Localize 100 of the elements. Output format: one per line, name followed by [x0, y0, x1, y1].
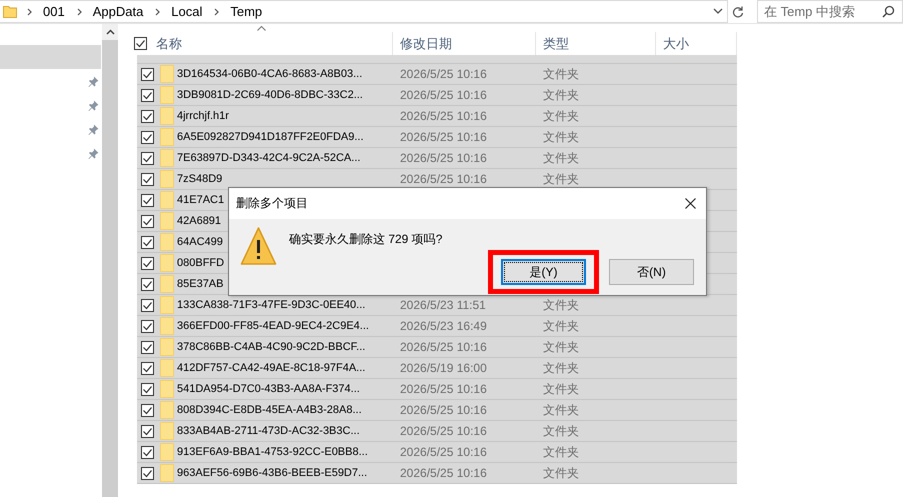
row-checkbox[interactable] — [141, 320, 154, 332]
refresh-icon[interactable] — [732, 6, 744, 18]
folder-icon — [160, 128, 174, 146]
folder-icon — [160, 65, 174, 83]
file-name[interactable]: 412DF757-CA42-49AE-8C18-97F4A... — [177, 362, 366, 374]
row-checkbox[interactable] — [141, 256, 154, 270]
folder-icon — [160, 86, 174, 104]
row-checkbox[interactable] — [141, 424, 154, 438]
scrollbar[interactable] — [102, 24, 118, 497]
row-checkbox[interactable] — [141, 298, 154, 312]
folder-icon — [160, 191, 174, 209]
file-name[interactable]: 7zS48D9 — [177, 173, 222, 185]
file-name[interactable]: 85E37AB — [177, 278, 224, 290]
breadcrumb[interactable]: Local — [171, 4, 202, 19]
folder-icon — [160, 212, 174, 230]
modified-date: 2026/5/25 10:16 — [400, 67, 487, 81]
row-checkbox[interactable] — [141, 88, 154, 102]
breadcrumb[interactable]: Temp — [230, 4, 262, 19]
file-name[interactable]: 3DB9081D-2C69-40D6-8DBC-33C2... — [177, 89, 363, 101]
file-type: 文件夹 — [543, 380, 579, 398]
file-name[interactable]: 963AEF56-69B6-43B6-BEEB-E59D7... — [177, 467, 368, 479]
modified-date: 2026/5/25 10:16 — [400, 424, 487, 438]
modified-date: 2026/5/25 10:16 — [400, 109, 487, 123]
file-name[interactable]: 7E63897D-D343-42C4-9C2A-52CA... — [177, 152, 360, 164]
dialog-button[interactable]: 是(Y) — [501, 259, 586, 285]
column-header[interactable]: 大小 — [663, 34, 689, 52]
row-checkbox[interactable] — [141, 278, 154, 290]
file-type: 文件夹 — [543, 108, 579, 124]
file-name[interactable]: 366EFD00-FF85-4EAD-9EC4-2C9E4... — [177, 320, 369, 332]
modified-date: 2026/5/25 10:16 — [400, 88, 487, 102]
file-type: 文件夹 — [543, 464, 579, 482]
column-header[interactable]: 名称 — [156, 34, 182, 52]
modified-date: 2026/5/25 10:16 — [400, 340, 487, 354]
breadcrumb[interactable]: AppData — [92, 4, 144, 19]
modified-date: 2026/5/25 10:16 — [400, 151, 487, 165]
folder-icon — [160, 443, 174, 461]
search-field[interactable]: 在 Temp 中搜索 — [757, 0, 903, 23]
pin-icon — [88, 76, 99, 87]
file-name[interactable]: 6A5E092827D941D187FF2E0FDA9... — [177, 131, 364, 143]
file-name[interactable]: 42A6891 — [177, 215, 222, 227]
row-checkbox[interactable] — [141, 236, 154, 248]
row-checkbox[interactable] — [141, 214, 154, 228]
warning-icon — [240, 226, 277, 266]
folder-icon — [160, 233, 174, 251]
file-type: 文件夹 — [543, 296, 579, 314]
row-checkbox[interactable] — [141, 362, 154, 374]
modified-date: 2026/5/19 16:00 — [400, 361, 487, 375]
file-type: 文件夹 — [543, 402, 579, 418]
row-checkbox[interactable] — [141, 404, 154, 416]
folder-icon — [160, 275, 174, 293]
row-checkbox[interactable] — [141, 130, 154, 144]
file-name[interactable]: 41E7AC1 — [177, 194, 224, 206]
modified-date: 2026/5/25 10:16 — [400, 403, 487, 417]
folder-icon — [160, 317, 174, 335]
file-name[interactable]: 378C86BB-C4AB-4C90-9C2D-BBCF... — [177, 341, 366, 353]
row-checkbox[interactable] — [141, 68, 154, 80]
dropdown-icon[interactable] — [713, 8, 723, 15]
pin-icon — [88, 124, 99, 135]
file-type: 文件夹 — [543, 338, 579, 356]
modified-date: 2026/5/25 10:16 — [400, 466, 487, 480]
file-type: 文件夹 — [543, 86, 579, 104]
file-name[interactable]: 080BFFD — [177, 257, 224, 269]
folder-icon — [160, 254, 174, 272]
file-name[interactable]: 808D394C-E8DB-45EA-A4B3-28A8... — [177, 404, 362, 416]
breadcrumb[interactable]: 001 — [43, 4, 65, 19]
file-name[interactable]: 913EF6A9-BBA1-4753-92CC-E0BB8... — [177, 446, 368, 458]
row-checkbox[interactable] — [141, 382, 154, 396]
row-checkbox[interactable] — [141, 110, 154, 122]
chevron-icon — [155, 8, 162, 16]
file-name[interactable]: 833AB4AB-2711-473D-AC32-3B3C... — [177, 425, 360, 437]
folder-icon — [160, 359, 174, 377]
file-type: 文件夹 — [543, 360, 579, 376]
select-all-checkbox[interactable] — [134, 37, 147, 50]
address-bar[interactable]: 001 AppData Local Temp — [0, 0, 728, 23]
file-type: 文件夹 — [543, 66, 579, 82]
folder-icon — [160, 464, 174, 482]
column-header[interactable]: 类型 — [543, 34, 569, 52]
folder-icon — [160, 338, 174, 356]
file-name[interactable]: 3D164534-06B0-4CA6-8683-A8B03... — [177, 68, 362, 80]
file-name[interactable]: 133CA838-71F3-47FE-9D3C-0EE40... — [177, 299, 366, 311]
folder-icon — [160, 170, 174, 188]
modified-date: 2026/5/23 11:51 — [400, 298, 486, 312]
close-icon[interactable] — [685, 198, 696, 209]
file-name[interactable]: 541DA954-D7C0-43B3-AA8A-F374... — [177, 383, 360, 395]
row-checkbox[interactable] — [141, 340, 154, 354]
dialog-message: 确实要永久删除这 729 项吗? — [289, 231, 444, 248]
file-name[interactable]: 4jrrchjf.h1r — [177, 110, 229, 122]
file-type: 文件夹 — [543, 128, 579, 146]
row-checkbox[interactable] — [141, 172, 154, 186]
column-header[interactable]: 修改日期 — [400, 34, 452, 52]
row-checkbox[interactable] — [141, 466, 154, 480]
row-checkbox[interactable] — [141, 446, 154, 458]
file-type: 文件夹 — [543, 444, 579, 460]
chevron-icon — [27, 8, 33, 16]
scroll-up-icon[interactable] — [106, 29, 114, 35]
file-name[interactable]: 64AC499 — [177, 236, 223, 248]
dialog-button[interactable]: 否(N) — [609, 259, 694, 285]
row-checkbox[interactable] — [141, 194, 154, 206]
row-checkbox[interactable] — [141, 152, 154, 164]
folder-icon — [160, 107, 174, 125]
